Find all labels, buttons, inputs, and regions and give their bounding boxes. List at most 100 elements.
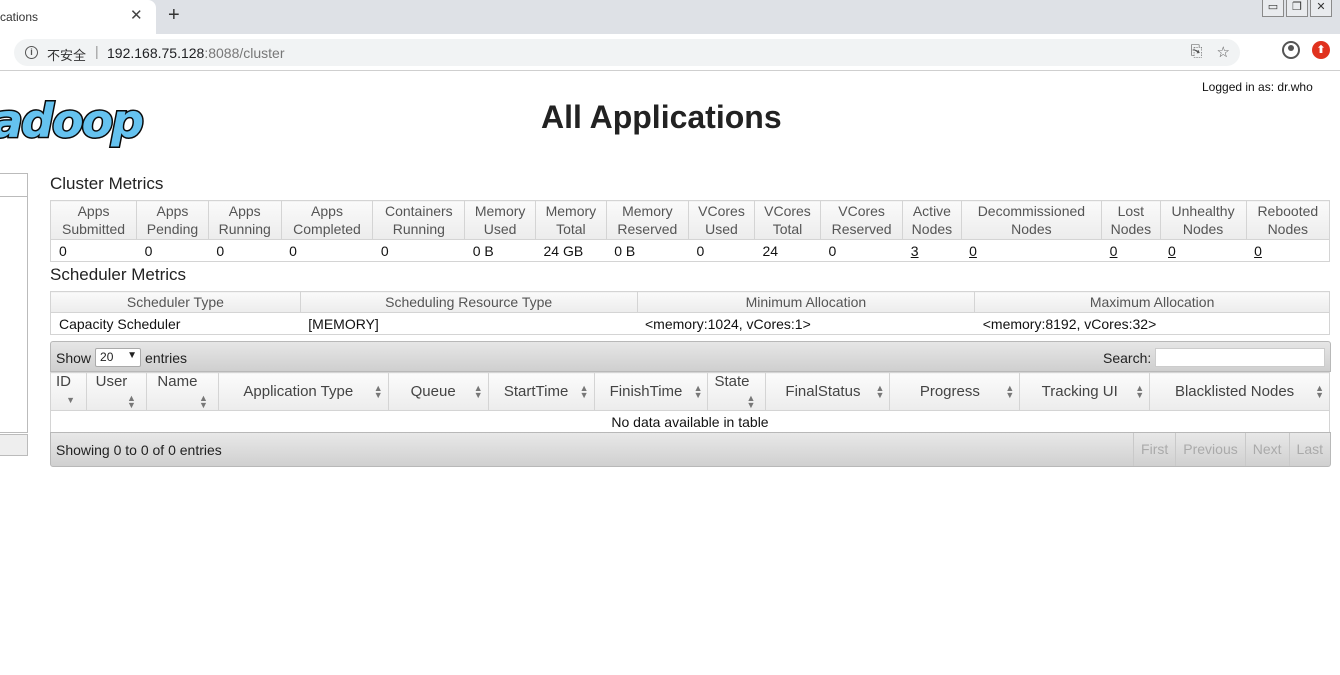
- pagination: First Previous Next Last: [1133, 433, 1330, 466]
- cluster-metric-header: VCores Reserved: [819, 200, 904, 240]
- scheduler-metric-value: [MEMORY]: [300, 312, 637, 335]
- sort-icon: ▲ ▼: [746, 393, 756, 410]
- node-count-link[interactable]: 0: [1160, 239, 1247, 262]
- browser-tab[interactable]: cations ✕: [0, 0, 156, 34]
- cluster-metric-header: Memory Reserved: [605, 200, 690, 240]
- node-count-link-text[interactable]: 0: [1110, 243, 1118, 259]
- extension-icon[interactable]: ⬆: [1312, 41, 1330, 59]
- first-page-button[interactable]: First: [1133, 433, 1175, 466]
- restore-button[interactable]: ❐: [1286, 0, 1308, 17]
- sort-icon: ▲ ▼: [693, 383, 703, 400]
- entries-label: entries: [145, 349, 188, 366]
- cluster-metric-value: 0: [820, 239, 903, 262]
- sort-icon: ▲ ▼: [1005, 383, 1015, 400]
- sort-icon: ▲ ▼: [875, 383, 885, 400]
- window-controls: ▭ ❐ ✕: [1262, 0, 1332, 17]
- cluster-metric-header: Unhealthy Nodes: [1159, 200, 1247, 240]
- cluster-metric-value: 0: [688, 239, 755, 262]
- cluster-metric-header: Apps Submitted: [49, 200, 138, 240]
- cluster-metric-value: 24: [754, 239, 821, 262]
- new-tab-button[interactable]: +: [168, 4, 180, 27]
- sidebar-button[interactable]: [0, 434, 28, 456]
- scheduler-metric-value: <memory:1024, vCores:1>: [637, 312, 975, 335]
- node-count-link-text[interactable]: 0: [969, 243, 977, 259]
- show-label: Show: [56, 349, 92, 366]
- sort-icon: ▲ ▼: [127, 393, 136, 410]
- cluster-metric-header: Apps Completed: [280, 200, 374, 240]
- sort-icon: ▲ ▼: [579, 383, 589, 400]
- cluster-metric-header: Memory Used: [464, 200, 536, 240]
- cluster-metric-header: Apps Pending: [136, 200, 209, 240]
- bookmark-star-icon[interactable]: ☆: [1217, 43, 1230, 61]
- browser-toolbar: i 不安全 | 192.168.75.128:8088/cluster ⎘ ☆ …: [0, 34, 1340, 71]
- page-length-control: Show 20 ▼ entries: [56, 348, 187, 367]
- column-header[interactable]: FinalStatus ▲ ▼: [765, 372, 891, 411]
- page-title: All Applications: [541, 99, 782, 135]
- node-count-link[interactable]: 0: [1246, 239, 1331, 262]
- cluster-metric-header: Memory Total: [534, 200, 607, 240]
- column-header[interactable]: FinishTime ▲ ▼: [593, 372, 709, 411]
- page-length-select[interactable]: 20 ▼: [95, 348, 142, 367]
- column-header[interactable]: Queue ▲ ▼: [387, 372, 489, 411]
- scheduler-metric-header: Minimum Allocation: [636, 291, 976, 313]
- node-count-link[interactable]: 0: [1101, 239, 1161, 262]
- search-input[interactable]: [1155, 348, 1326, 367]
- cluster-metric-value: 0 B: [464, 239, 536, 262]
- node-count-link[interactable]: 0: [961, 239, 1102, 262]
- table-info: Showing 0 to 0 of 0 entries: [56, 442, 222, 458]
- cluster-metrics-table: Apps Submitted Apps Pending Apps Running Apps C…: [49, 200, 1331, 262]
- cluster-metric-value: 0: [281, 239, 373, 262]
- scheduler-metric-header: Scheduler Type: [50, 291, 301, 313]
- empty-table-message: No data available in table: [50, 410, 1330, 433]
- search-label: Search:: [1103, 349, 1152, 366]
- node-count-link-text[interactable]: 3: [911, 243, 919, 259]
- scheduler-metric-value: <memory:8192, vCores:32>: [974, 312, 1330, 335]
- tab-strip: cations ✕ + ▭ ❐ ✕: [0, 0, 1340, 34]
- separator: |: [95, 43, 99, 59]
- column-header[interactable]: State ▲ ▼: [707, 372, 767, 411]
- translate-icon[interactable]: ⎘: [1191, 43, 1203, 61]
- cluster-metric-header: Apps Running: [207, 200, 282, 240]
- sort-icon: ▲ ▼: [198, 393, 208, 410]
- address-bar[interactable]: i 不安全 | 192.168.75.128:8088/cluster ⎘ ☆: [14, 39, 1240, 66]
- logged-in-label: Logged in as: dr.who: [1202, 80, 1313, 94]
- column-header[interactable]: User ▲ ▼: [85, 372, 147, 411]
- scheduler-metric-value: Capacity Scheduler: [50, 312, 301, 335]
- column-header[interactable]: StartTime ▲ ▼: [487, 372, 595, 411]
- search-control: Search:: [1103, 348, 1326, 367]
- cluster-metric-header: Rebooted Nodes: [1245, 200, 1331, 240]
- cluster-metric-value: 0: [49, 239, 137, 262]
- last-page-button[interactable]: Last: [1288, 433, 1330, 466]
- insecure-label[interactable]: 不安全: [47, 45, 86, 64]
- cluster-metric-value: 24 GB: [535, 239, 607, 262]
- node-count-link-text[interactable]: 0: [1168, 243, 1176, 259]
- column-header[interactable]: Name ▲ ▼: [145, 372, 219, 411]
- cluster-metrics-title: Cluster Metrics: [50, 174, 164, 193]
- column-header[interactable]: Blacklisted Nodes ▲ ▼: [1149, 372, 1330, 411]
- sort-icon: ▲ ▼: [1135, 383, 1145, 400]
- sort-icon: ▲ ▼: [473, 383, 483, 400]
- hadoop-logo[interactable]: adoop: [0, 95, 152, 148]
- node-count-link[interactable]: 3: [902, 239, 962, 262]
- node-count-link-text[interactable]: 0: [1254, 243, 1262, 259]
- account-icon[interactable]: [1282, 41, 1300, 59]
- info-icon[interactable]: i: [25, 46, 38, 59]
- previous-page-button[interactable]: Previous: [1175, 433, 1244, 466]
- cluster-metric-header: VCores Used: [688, 200, 755, 240]
- close-tab-icon[interactable]: ✕: [130, 6, 143, 24]
- column-header[interactable]: ID ▼: [50, 372, 87, 411]
- cluster-metric-value: 0: [208, 239, 282, 262]
- column-header[interactable]: Application Type ▲ ▼: [217, 372, 389, 411]
- dropdown-arrow-icon: ▼: [127, 350, 138, 361]
- close-window-button[interactable]: ✕: [1310, 0, 1332, 17]
- minimize-button[interactable]: ▭: [1262, 0, 1284, 17]
- column-header[interactable]: Tracking UI ▲ ▼: [1019, 372, 1151, 411]
- cluster-metric-value: 0 B: [606, 239, 689, 262]
- scheduler-metric-header: Scheduling Resource Type: [299, 291, 638, 313]
- next-page-button[interactable]: Next: [1244, 433, 1289, 466]
- column-header[interactable]: Progress ▲ ▼: [889, 372, 1021, 411]
- cluster-metric-header: Lost Nodes: [1101, 200, 1161, 240]
- cluster-metric-value: 0: [372, 239, 465, 262]
- sort-icon: ▼: [66, 395, 75, 405]
- url-text[interactable]: 192.168.75.128:8088/cluster: [107, 45, 285, 61]
